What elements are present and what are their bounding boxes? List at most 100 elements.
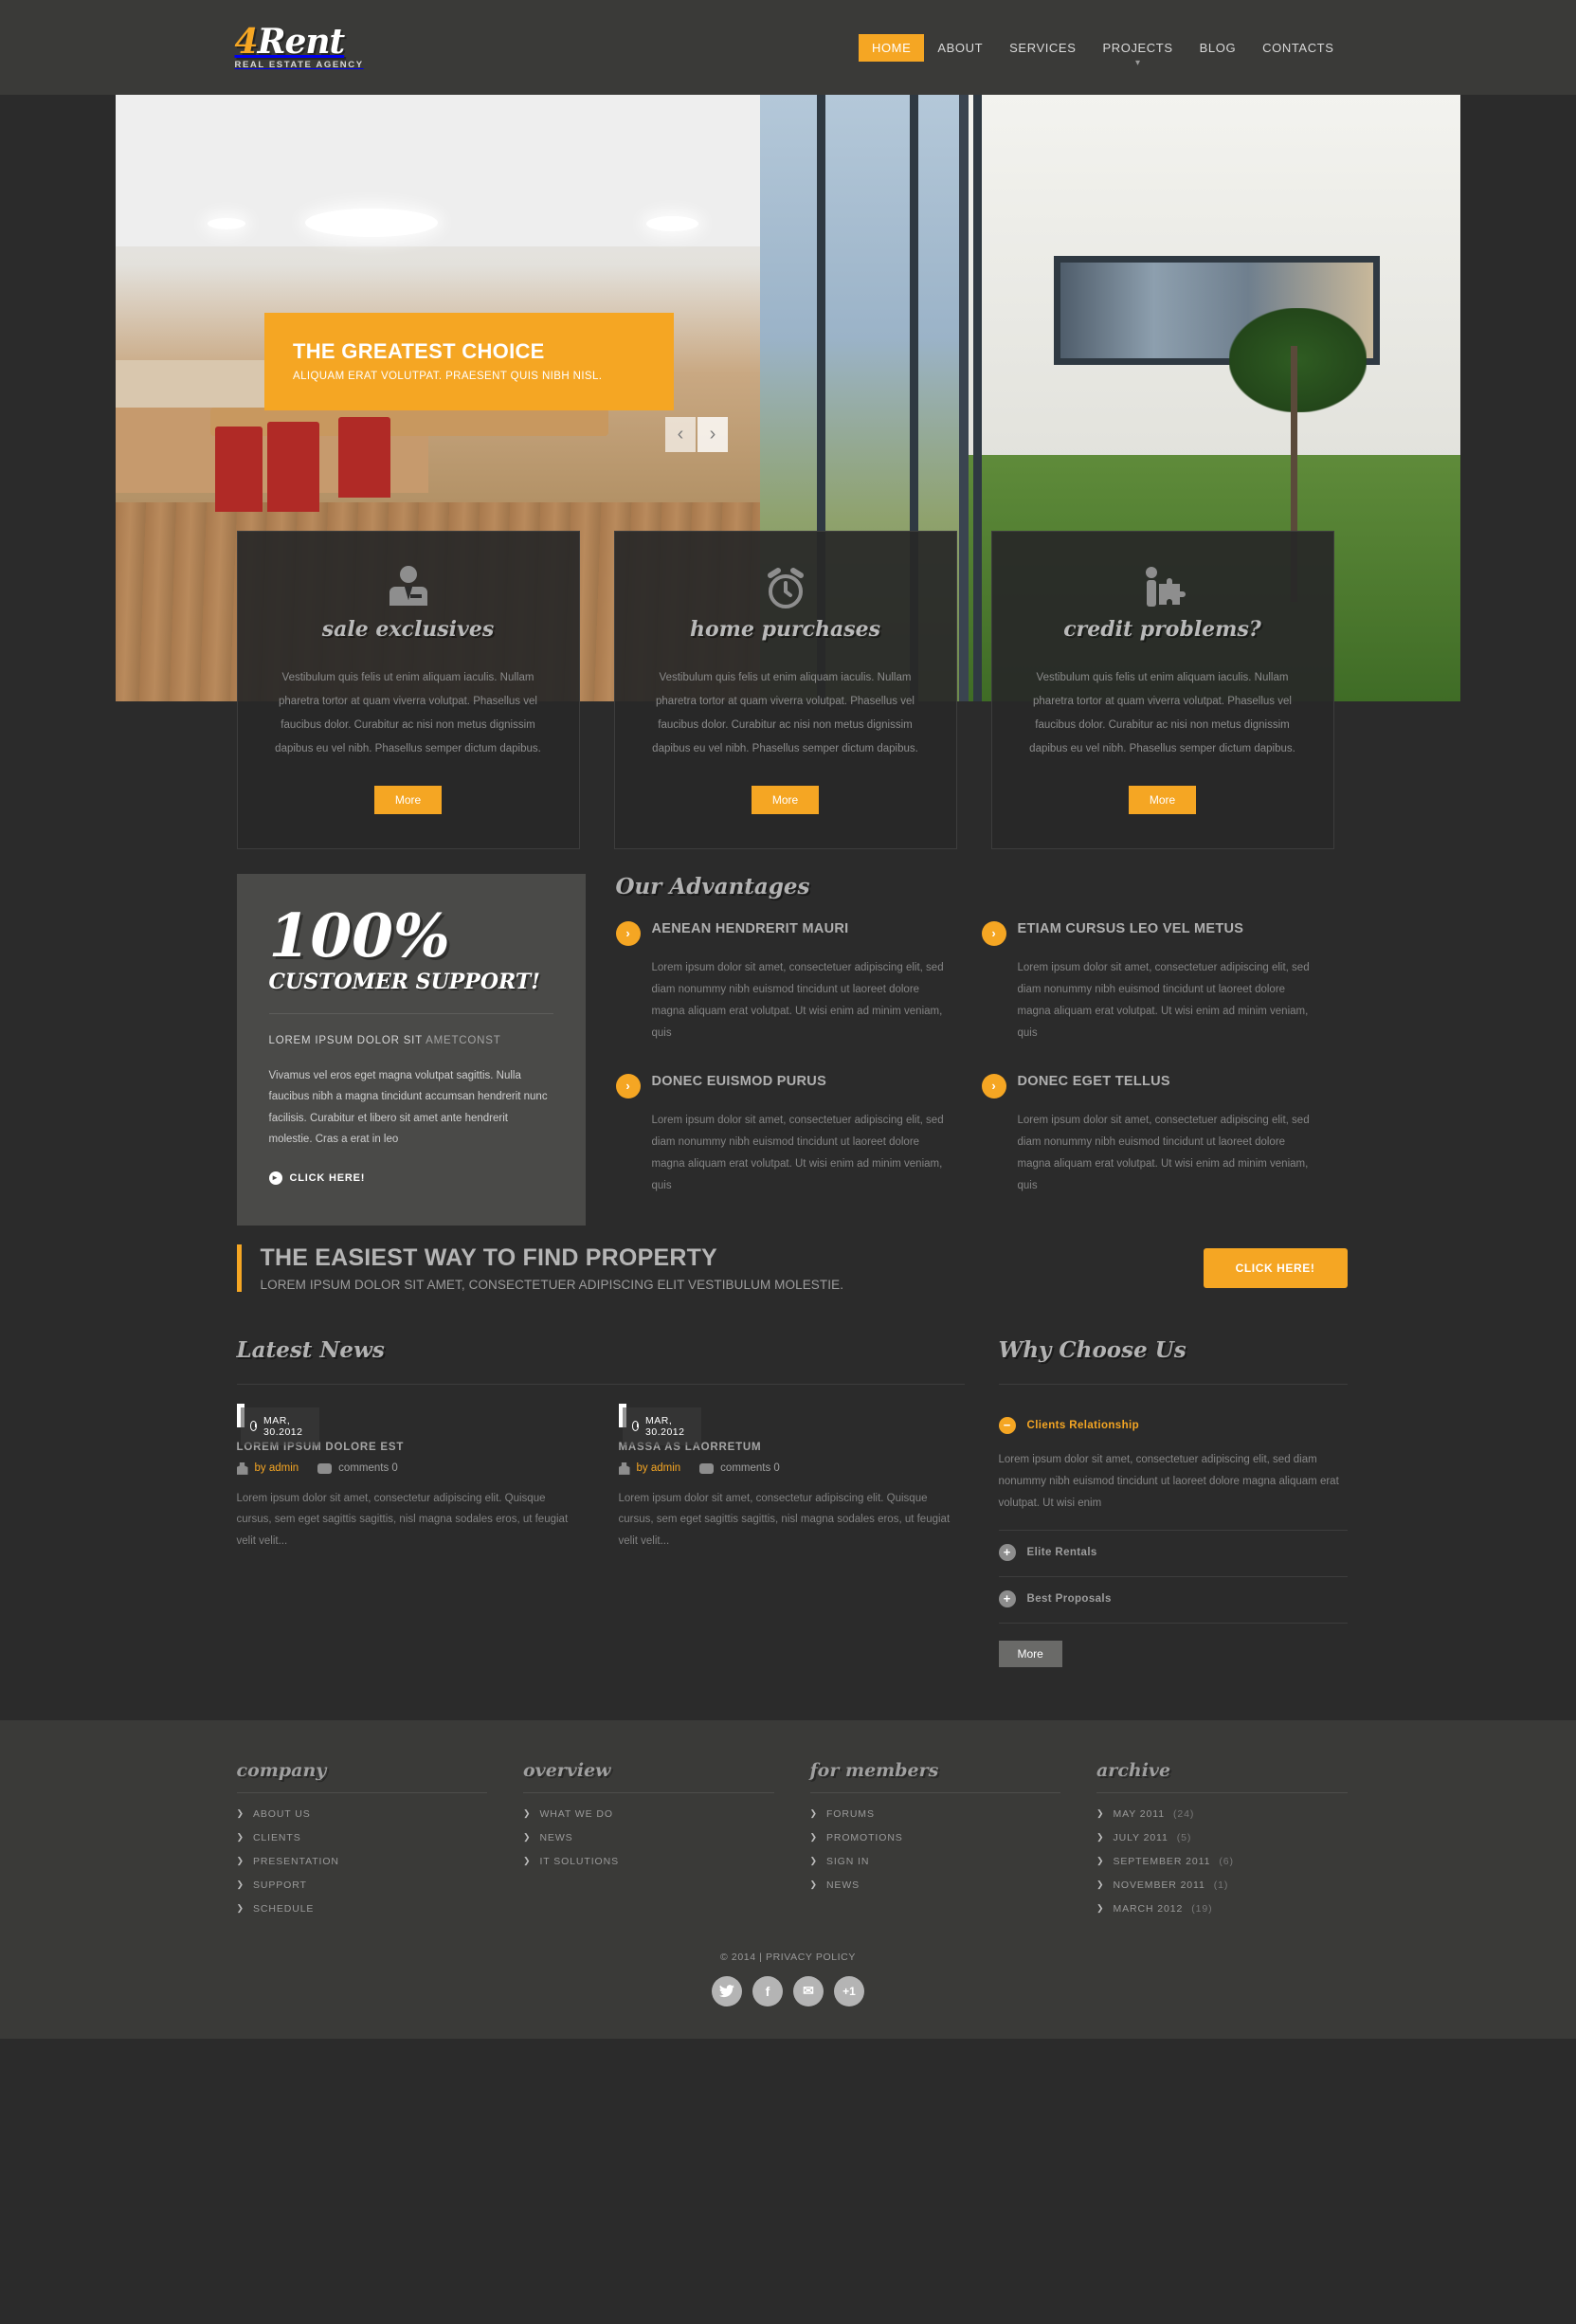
- chevron-right-icon: ❯: [236, 1856, 245, 1866]
- news-date-badge: MAR, 30.2012: [240, 1407, 319, 1445]
- news-thumbnail[interactable]: MAR, 30.2012: [618, 1403, 701, 1445]
- advantage-title: DONEC EUISMOD PURUS: [651, 1073, 827, 1089]
- news-excerpt: Lorem ipsum dolor sit amet, consectetur …: [236, 1492, 569, 1547]
- cta-click-here-button[interactable]: CLICK HERE!: [1203, 1247, 1348, 1288]
- nav-item-about[interactable]: ABOUT: [924, 34, 996, 62]
- why-choose-us-title: Why Choose Us: [998, 1336, 1187, 1363]
- chevron-right-icon: ❯: [236, 1808, 245, 1819]
- slider-next-button[interactable]: ›: [697, 417, 728, 452]
- footer-link[interactable]: ❯ NEWS: [810, 1879, 1061, 1891]
- footer-link[interactable]: ❯ SUPPORT: [237, 1879, 488, 1891]
- footer-column-archive: archive ❯ MAY 2011 (24) ❯ JULY 2011 (5) ❯ SEP…: [1096, 1760, 1348, 1927]
- support-click-here-label: CLICK HERE!: [289, 1171, 366, 1184]
- footer-link[interactable]: ❯ SIGN IN: [810, 1856, 1061, 1867]
- advantage-title: AENEAN HENDRERIT MAURI: [651, 920, 849, 936]
- footer-column-company: company ❯ ABOUT US ❯ CLIENTS ❯ PRESENTATION…: [236, 1760, 488, 1927]
- google-plus-icon[interactable]: +1: [834, 1975, 864, 2006]
- user-icon: [618, 1462, 630, 1475]
- footer-link[interactable]: ❯ NEWS: [523, 1832, 774, 1843]
- footer-link[interactable]: ❯ WHAT WE DO: [523, 1808, 774, 1820]
- email-icon[interactable]: ✉: [793, 1975, 824, 2006]
- footer-list-item: ❯ SUPPORT: [237, 1879, 488, 1891]
- footer-link[interactable]: ❯ IT SOLUTIONS: [523, 1856, 774, 1867]
- news-author: by admin: [236, 1462, 299, 1475]
- nav-link-services[interactable]: SERVICES: [996, 34, 1089, 62]
- news-comments: comments 0: [317, 1462, 398, 1474]
- facebook-icon[interactable]: f: [752, 1975, 783, 2006]
- nav-link-blog[interactable]: BLOG: [1187, 34, 1250, 62]
- footer-link[interactable]: ❯ MARCH 2012 (19): [1096, 1903, 1348, 1915]
- footer-link-count: (1): [1213, 1879, 1229, 1891]
- footer-link[interactable]: ❯ NOVEMBER 2011 (1): [1096, 1879, 1348, 1891]
- logo-tagline: REAL ESTATE AGENCY: [234, 60, 364, 71]
- footer-link-list: ❯ MAY 2011 (24) ❯ JULY 2011 (5) ❯ SEPTEMBER 2…: [1096, 1808, 1348, 1915]
- nav-link-contacts[interactable]: CONTACTS: [1249, 34, 1347, 62]
- advantage-item: › DONEC EGET TELLUS Lorem ipsum dolor si…: [981, 1073, 1348, 1197]
- news-comments-label: comments 0: [338, 1462, 398, 1475]
- accordion-item-elite-rentals[interactable]: + Elite Rentals: [998, 1531, 1348, 1577]
- advantage-text: Lorem ipsum dolor sit amet, consectetuer…: [651, 961, 944, 1039]
- nav-link-about[interactable]: ABOUT: [924, 34, 996, 62]
- nav-item-blog[interactable]: BLOG: [1187, 34, 1250, 62]
- chevron-right-icon: ❯: [523, 1832, 532, 1843]
- footer-list-item: ❯ SEPTEMBER 2011 (6): [1096, 1856, 1348, 1867]
- footer-link[interactable]: ❯ JULY 2011 (5): [1096, 1832, 1348, 1843]
- chevron-right-icon: ❯: [523, 1856, 532, 1866]
- news-author-link[interactable]: by admin: [255, 1462, 299, 1474]
- divider: [523, 1791, 774, 1793]
- alarm-clock-icon: [643, 558, 928, 617]
- plus-icon: +: [998, 1589, 1016, 1607]
- footer-link[interactable]: ❯ PROMOTIONS: [810, 1832, 1061, 1843]
- footer-list-item: ❯ JULY 2011 (5): [1096, 1832, 1348, 1843]
- footer-link-label: NOVEMBER 2011: [1113, 1879, 1205, 1891]
- chevron-down-icon: ▾: [1135, 57, 1141, 68]
- footer-link-label: ABOUT US: [252, 1807, 311, 1820]
- chevron-right-icon: ❯: [236, 1903, 245, 1914]
- accordion-item-best-proposals[interactable]: + Best Proposals: [998, 1577, 1348, 1624]
- advantages-list-column: Our Advantages › AENEAN HENDRERIT MAURI …: [615, 874, 1348, 1226]
- nav-item-home[interactable]: HOME: [858, 33, 925, 62]
- advantage-text: Lorem ipsum dolor sit amet, consectetuer…: [651, 1114, 944, 1191]
- advantage-item: › AENEAN HENDRERIT MAURI Lorem ipsum dol…: [615, 920, 982, 1044]
- nav-item-services[interactable]: SERVICES: [996, 34, 1089, 62]
- footer-link-list: ❯ ABOUT US ❯ CLIENTS ❯ PRESENTATION ❯ SUPPOR…: [237, 1808, 488, 1915]
- play-circle-icon: ►: [268, 1171, 282, 1185]
- footer-link-label: CLIENTS: [252, 1831, 301, 1843]
- footer-list-item: ❯ WHAT WE DO: [523, 1808, 774, 1820]
- service-card-more-button[interactable]: More: [1128, 785, 1197, 814]
- footer-link[interactable]: ❯ MAY 2011 (24): [1096, 1808, 1348, 1820]
- advantage-item: › DONEC EUISMOD PURUS Lorem ipsum dolor …: [615, 1073, 982, 1197]
- news-thumbnail[interactable]: MAR, 30.2012: [236, 1403, 319, 1445]
- site-footer: company ❯ ABOUT US ❯ CLIENTS ❯ PRESENTATION…: [0, 1719, 1576, 2039]
- support-click-here-link[interactable]: ► CLICK HERE!: [268, 1171, 553, 1185]
- why-more-button[interactable]: More: [998, 1640, 1062, 1667]
- advantage-item: › ETIAM CURSUS LEO VEL METUS Lorem ipsum…: [981, 920, 1348, 1044]
- twitter-icon[interactable]: [712, 1975, 742, 2006]
- footer-link[interactable]: ❯ FORUMS: [810, 1808, 1061, 1820]
- footer-link[interactable]: ❯ SCHEDULE: [237, 1903, 488, 1915]
- nav-link-home[interactable]: HOME: [858, 33, 925, 62]
- site-logo[interactable]: 4Rent REAL ESTATE AGENCY: [229, 25, 364, 70]
- footer-link[interactable]: ❯ CLIENTS: [237, 1832, 488, 1843]
- nav-item-contacts[interactable]: CONTACTS: [1249, 34, 1347, 62]
- footer-list-item: ❯ MARCH 2012 (19): [1096, 1903, 1348, 1915]
- support-subtitle-strong: LOREM IPSUM DOLOR SIT: [268, 1034, 426, 1046]
- chevron-right-icon: ❯: [1096, 1856, 1105, 1866]
- footer-link[interactable]: ❯ SEPTEMBER 2011 (6): [1096, 1856, 1348, 1867]
- cta-text-block: THE EASIEST WAY TO FIND PROPERTY LOREM I…: [236, 1244, 844, 1292]
- chevron-right-icon: ❯: [1096, 1879, 1105, 1890]
- footer-link-label: SCHEDULE: [252, 1902, 315, 1915]
- accordion-item-clients-relationship[interactable]: − Clients Relationship Lorem ipsum dolor…: [998, 1404, 1348, 1531]
- nav-item-projects[interactable]: PROJECTS ▾: [1089, 34, 1186, 68]
- hero-caption-text: ALIQUAM ERAT VOLUTPAT. PRAESENT QUIS NIB…: [293, 371, 603, 382]
- slider-prev-button[interactable]: ‹: [665, 417, 696, 452]
- divider: [236, 1791, 487, 1793]
- latest-news-column: Latest News MAR, 30.2012 LOREM IPSUM DOL…: [236, 1337, 965, 1667]
- footer-link[interactable]: ❯ PRESENTATION: [237, 1856, 488, 1867]
- service-card-more-button[interactable]: More: [751, 785, 820, 814]
- service-card-text: Vestibulum quis felis ut enim aliquam ia…: [652, 672, 918, 754]
- news-author-link[interactable]: by admin: [637, 1462, 681, 1474]
- support-headline: CUSTOMER SUPPORT!: [268, 969, 540, 994]
- service-card-more-button[interactable]: More: [373, 785, 443, 814]
- footer-link[interactable]: ❯ ABOUT US: [237, 1808, 488, 1820]
